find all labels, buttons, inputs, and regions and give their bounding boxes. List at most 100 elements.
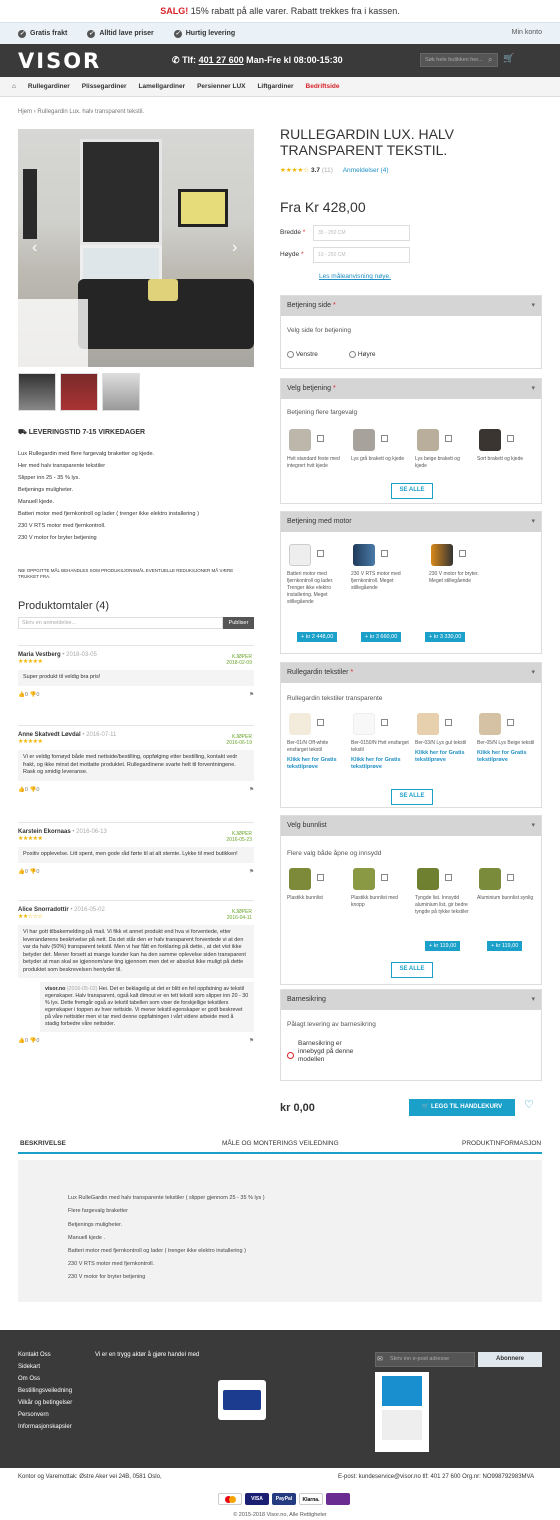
- bought-badge: KJØPER 2016-06-19: [226, 734, 252, 746]
- tab-description[interactable]: BESKRIVELSE: [20, 1140, 66, 1147]
- menu-item[interactable]: Persienner LUX: [197, 77, 245, 97]
- tab-product-info[interactable]: PRODUKTINFORMASJON: [462, 1140, 541, 1147]
- width-label: Bredde *: [280, 229, 306, 236]
- footer-link[interactable]: Bestillingsveiledning: [18, 1388, 72, 1394]
- option-item[interactable]: Hvit standard feste med integrert hvit k…: [287, 429, 345, 470]
- option-item[interactable]: Aluminium bunnlist synlig: [477, 868, 535, 902]
- footer-link[interactable]: Vilkår og betingelser: [18, 1400, 72, 1406]
- checkbox: [381, 719, 388, 726]
- star-rating: ★★★★★: [18, 836, 43, 842]
- my-account-link[interactable]: Min konto: [512, 22, 542, 44]
- option-item[interactable]: Ber-01/N Off-white ensfarget tekstil Klik…: [287, 713, 345, 771]
- review-item: Alice Snorradottir • 2016-05-02 ★★☆☆☆ KJ…: [18, 900, 254, 1060]
- option-item[interactable]: Ber-03/N Lys gul tekstil Klikk her for Gr…: [415, 713, 473, 764]
- option-item[interactable]: Sort brakett og kjede: [477, 429, 535, 463]
- footer-link[interactable]: Personvern: [18, 1412, 49, 1418]
- radio-left[interactable]: Venstre: [287, 351, 318, 358]
- review-input[interactable]: Skriv en anmeldelse...: [18, 617, 223, 629]
- radio-right[interactable]: Høyre: [349, 351, 376, 358]
- thumbnail[interactable]: [18, 373, 56, 411]
- option-item[interactable]: Lys beige brakett og kjede: [415, 429, 473, 470]
- search-input[interactable]: Søk hele butikken her...: [420, 53, 498, 67]
- option-item[interactable]: Lys grå brakett og kjede: [351, 429, 409, 463]
- prev-arrow-icon[interactable]: ‹: [32, 239, 37, 257]
- menu-item[interactable]: Plissegardiner: [82, 77, 127, 97]
- panel-header[interactable]: Barnesikring: [281, 990, 541, 1010]
- height-input[interactable]: 10 - 250 CM: [313, 247, 410, 263]
- thumbnail[interactable]: [102, 373, 140, 411]
- width-input[interactable]: 35 - 250 CM: [313, 225, 410, 241]
- trust-text: Vi er en trygg aktør å gjøre handel med: [95, 1352, 200, 1358]
- panel-header[interactable]: Betjening med motor: [281, 512, 541, 532]
- wishlist-heart-icon[interactable]: ♡: [524, 1098, 534, 1111]
- search-icon[interactable]: ⌕: [488, 55, 492, 65]
- panel-header[interactable]: Velg bunnlist: [281, 816, 541, 836]
- option-panel-motor: Betjening med motor Batteri motor med fj…: [280, 511, 542, 654]
- main-menu: ⌂ Rullegardiner Plissegardiner Lamellgar…: [0, 77, 560, 97]
- option-item[interactable]: Plastikk bunnlist: [287, 868, 345, 902]
- thumbs-up-icon[interactable]: 👍: [18, 787, 25, 793]
- footer-link[interactable]: Sidekart: [18, 1364, 40, 1370]
- see-all-button[interactable]: SE ALLE: [391, 789, 433, 805]
- delivery-time: ⛟ LEVERINGSTID 7-15 VIRKEDAGER: [18, 429, 146, 436]
- breadcrumb: Hjem › Rullegardin Lux. halv transparent…: [18, 109, 145, 115]
- flag-icon[interactable]: ⚑: [249, 692, 254, 698]
- bought-badge: KJØPER 2016-04-11: [226, 909, 252, 921]
- menu-item[interactable]: Liftgardiner: [257, 77, 293, 97]
- flag-icon[interactable]: ⚑: [249, 869, 254, 875]
- phone-info: ✆ Tlf: 401 27 600 Man-Fre kl 08:00-15:30: [172, 55, 343, 65]
- fireplace: [18, 299, 88, 367]
- option-item[interactable]: 230 V motor for bryter. Meget stillegåen…: [429, 544, 487, 585]
- breadcrumb-home[interactable]: Hjem: [18, 109, 32, 115]
- footer-link[interactable]: Kontakt Oss: [18, 1352, 51, 1358]
- thumbnail[interactable]: [60, 373, 98, 411]
- measure-guide-link[interactable]: Les måleanvisning nøye.: [319, 273, 391, 280]
- option-item[interactable]: Plastikk bunnlist med knopp: [351, 868, 409, 909]
- tab-guide[interactable]: MÅLE OG MONTERINGS VEILEDNING: [222, 1140, 339, 1147]
- panel-header[interactable]: Rullegardin tekstiler *: [281, 663, 541, 683]
- thumbs-up-icon[interactable]: 👍: [18, 692, 25, 698]
- thumbs-up-icon[interactable]: 👍: [18, 869, 25, 875]
- option-item[interactable]: 230 V RTS motor med fjernkontroll. Meget…: [351, 544, 409, 592]
- option-panel-betjening: Velg betjening * Betjening flere fargeva…: [280, 378, 542, 504]
- star-rating: ★★★★☆: [280, 167, 310, 174]
- footer-link[interactable]: Om Oss: [18, 1376, 40, 1382]
- checkbox: [381, 874, 388, 881]
- menu-item[interactable]: Lamellgardiner: [139, 77, 186, 97]
- menu-item[interactable]: Bedriftside: [306, 77, 340, 97]
- flag-icon[interactable]: ⚑: [249, 1038, 254, 1044]
- option-item[interactable]: Barnesikring er innebygd på denne modell…: [287, 1040, 357, 1064]
- usp-item: ✓ Hurtig levering: [173, 30, 236, 38]
- publish-button[interactable]: Publiser: [223, 617, 254, 629]
- usp-bar: ✓ Gratis frakt ✓ Alltid lave priser ✓ Hurti…: [0, 22, 560, 44]
- cart-icon: 🛒: [421, 1104, 430, 1110]
- price-tag: + kr 3 660,00: [361, 632, 402, 642]
- option-item[interactable]: Tyngde list. Innsydd aluminium list, gir…: [415, 868, 473, 916]
- panel-header[interactable]: Betjening side *: [281, 296, 541, 316]
- see-all-button[interactable]: SE ALLE: [391, 483, 433, 499]
- newsletter-input[interactable]: Skriv inn e-post adresse: [375, 1352, 475, 1367]
- thumbs-up-icon[interactable]: 👍: [18, 1038, 25, 1044]
- logo[interactable]: VISOR: [18, 49, 101, 73]
- footer-link[interactable]: Informasjonskapsler: [18, 1424, 72, 1430]
- menu-item[interactable]: Rullegardiner: [28, 77, 70, 97]
- option-item[interactable]: Ber-0150/N Hvit ensfarget tekstil Klikk h…: [351, 713, 409, 771]
- flag-icon[interactable]: ⚑: [249, 787, 254, 793]
- option-item[interactable]: Batteri motor med fjernkontroll og lader…: [287, 544, 345, 606]
- add-to-cart-button[interactable]: 🛒 LEGG TIL HANDLEKURV: [409, 1099, 515, 1116]
- phone-link[interactable]: 401 27 600: [199, 55, 244, 65]
- see-all-button[interactable]: SE ALLE: [391, 962, 433, 978]
- reviews-link[interactable]: Anmeldelser (4): [343, 167, 389, 174]
- panel-header[interactable]: Velg betjening *: [281, 379, 541, 399]
- price-tag: + kr 2 448,00: [297, 632, 338, 642]
- option-item[interactable]: Ber-05/N Lys Beige tekstil Klikk her for …: [477, 713, 535, 764]
- trusted-shops-logo[interactable]: [218, 1380, 266, 1420]
- paypal-icon: PayPal: [272, 1493, 296, 1505]
- pillow: [148, 279, 178, 301]
- option-panel-tekstil: Rullegardin tekstiler * Rullegardin teks…: [280, 662, 542, 808]
- home-icon[interactable]: ⌂: [12, 77, 16, 97]
- subscribe-button[interactable]: Abonnere: [478, 1352, 542, 1367]
- checkbox: [459, 550, 466, 557]
- next-arrow-icon[interactable]: ›: [232, 239, 237, 257]
- cart-icon[interactable]: 🛒: [503, 53, 515, 67]
